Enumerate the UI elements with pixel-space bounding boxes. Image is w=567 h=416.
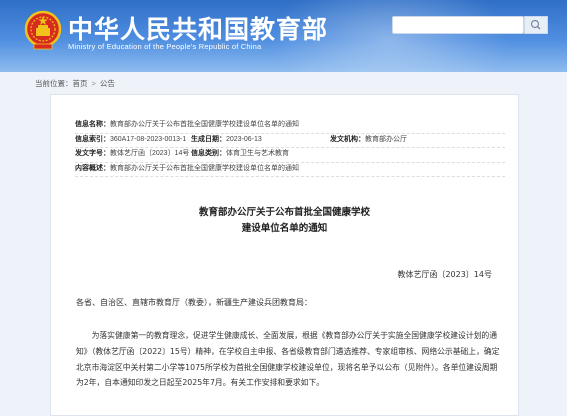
meta-value: 体育卫生与艺术教育 — [226, 150, 289, 157]
site-title[interactable]: 中华人民共和国教育部 — [68, 10, 328, 46]
breadcrumb-prefix: 当前位置： — [35, 79, 73, 88]
meta-label: 内容概述： — [75, 164, 110, 172]
meta-value: 教体艺厅函〔2023〕14号 — [110, 150, 190, 157]
site-subtitle: Ministry of Education of the People's Re… — [68, 42, 262, 51]
meta-label: 生成日期： — [191, 135, 226, 143]
meta-value: 教育部办公厅 — [365, 135, 407, 143]
meta-label: 发文机构： — [330, 135, 365, 143]
search-input[interactable] — [392, 16, 524, 34]
meta-label: 信息类别： — [191, 150, 226, 157]
meta-label: 信息名称： — [75, 121, 110, 128]
document-title-line: 建设单位名单的通知 — [241, 223, 328, 234]
document-title-line: 教育部办公厅关于公布首批全国健康学校 — [198, 207, 370, 218]
search-button[interactable] — [524, 16, 548, 34]
site-header: 中华人民共和国教育部 Ministry of Education of the … — [0, 0, 567, 72]
breadcrumb: 当前位置：首页 > 公告 — [35, 78, 115, 89]
meta-row-info-name: 信息名称：教育部办公厅关于公布首批全国健康学校建设单位名单的通知 — [75, 119, 505, 134]
search-icon — [530, 19, 541, 30]
document-meta-table: 信息名称：教育部办公厅关于公布首批全国健康学校建设单位名单的通知 信息索引：36… — [75, 119, 505, 177]
salutation: 各省、自治区、直辖市教育厅（教委），新疆生产建设兵团教育局： — [76, 298, 312, 307]
article-card: 信息名称：教育部办公厅关于公布首批全国健康学校建设单位名单的通知 信息索引：36… — [50, 94, 519, 416]
document-title: 教育部办公厅关于公布首批全国健康学校 建设单位名单的通知 — [51, 205, 518, 237]
meta-value: 360A17-08-2023-0013-1 — [110, 135, 187, 143]
document-number: 教体艺厅函〔2023〕14号 — [397, 270, 492, 279]
meta-value: 2023-06-13 — [226, 135, 262, 143]
breadcrumb-separator: > — [91, 79, 96, 88]
breadcrumb-home[interactable]: 首页 — [73, 79, 88, 88]
meta-value: 教育部办公厅关于公布首批全国健康学校建设单位名单的通知 — [110, 121, 299, 128]
meta-row-index-date: 信息索引：360A17-08-2023-0013-1 生成日期：2023-06-… — [75, 134, 505, 148]
body-paragraph: 为落实健康第一的教育理念，促进学生健康成长、全面发展，根据《教育部办公厅关于实施… — [76, 331, 500, 388]
breadcrumb-current[interactable]: 公告 — [100, 79, 115, 88]
meta-value: 教育部办公厅关于公布首批全国健康学校建设单位名单的通知 — [110, 164, 299, 172]
meta-row-content: 内容概述：教育部办公厅关于公布首批全国健康学校建设单位名单的通知 — [75, 163, 505, 177]
meta-row-number-category: 发文字号：教体艺厅函〔2023〕14号 信息类别：体育卫生与艺术教育 — [75, 148, 505, 163]
meta-label: 信息索引： — [75, 135, 110, 143]
meta-label: 发文字号： — [75, 150, 110, 157]
national-emblem-icon[interactable] — [24, 10, 62, 50]
